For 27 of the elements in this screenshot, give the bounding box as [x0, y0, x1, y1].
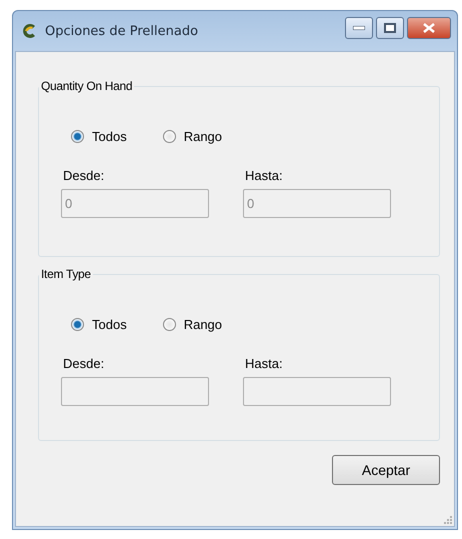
- radio-icon[interactable]: [71, 318, 84, 331]
- field-label: Desde:: [63, 168, 106, 183]
- radio-option[interactable]: Todos: [71, 129, 127, 144]
- close-button[interactable]: [407, 17, 451, 39]
- maximize-button[interactable]: [376, 17, 404, 39]
- radio-icon[interactable]: [71, 130, 84, 143]
- radio-option[interactable]: Rango: [162, 129, 222, 144]
- field-label: Desde:: [63, 356, 106, 371]
- radio-label: Rango: [184, 317, 222, 332]
- maximize-icon: [384, 23, 396, 33]
- close-icon: [423, 23, 435, 33]
- radio-label: Todos: [92, 317, 127, 332]
- radio-icon[interactable]: [162, 318, 176, 331]
- radio-option[interactable]: Rango: [162, 317, 222, 332]
- field-label: Hasta:: [245, 356, 284, 371]
- minimize-icon: [353, 26, 365, 30]
- radio-label: Todos: [92, 129, 127, 144]
- accept-button[interactable]: Aceptar: [332, 455, 440, 485]
- resize-grip-icon[interactable]: [444, 516, 452, 524]
- radio-icon[interactable]: [162, 130, 176, 143]
- field-label: Hasta:: [245, 168, 284, 183]
- group-title: Item Type: [40, 267, 92, 281]
- window-title: Opciones de Prellenado: [45, 24, 200, 38]
- radio-label: Rango: [184, 129, 222, 144]
- group-title: Quantity On Hand: [40, 79, 134, 93]
- radio-option[interactable]: Todos: [71, 317, 127, 332]
- minimize-button[interactable]: [345, 17, 373, 39]
